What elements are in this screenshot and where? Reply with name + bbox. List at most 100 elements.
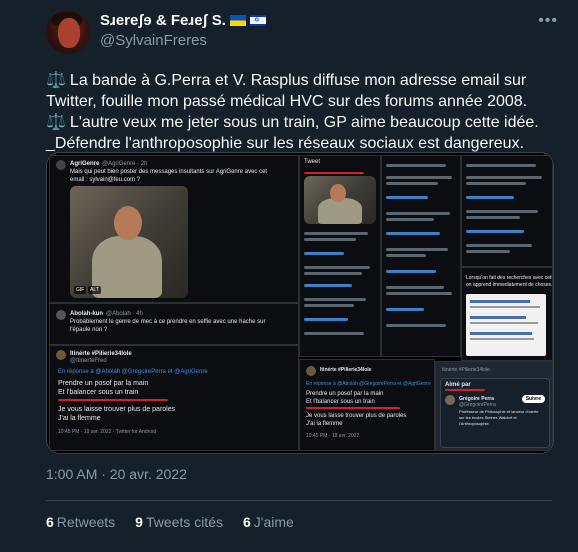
tweet-stats: 6 Retweets 9 Tweets cités 6 J'aime [46, 514, 294, 530]
result-line [470, 300, 530, 303]
liked-by-title: Aimé par [445, 382, 471, 388]
thread-line [386, 292, 452, 295]
thread-line [304, 266, 370, 269]
thread-line [386, 164, 446, 167]
thread-header: Tweet [304, 159, 321, 165]
itinerte2-line-1: Prendre un posof par la main [306, 391, 384, 397]
itinerte2-avatar [306, 366, 316, 376]
thread-line [304, 298, 366, 301]
red-underline-3 [445, 389, 485, 391]
gif-badge: GIF [74, 286, 87, 294]
itinerte-meta: 10:45 PM · 19 avr. 2022 · Twitter for An… [58, 429, 157, 435]
thread-line [386, 212, 450, 215]
thread-link [386, 196, 428, 199]
quote-tweets-stat[interactable]: 9 Tweets cités [135, 514, 223, 530]
thread-line [386, 286, 444, 289]
screenshot-itinerte-2: Itinérte #Pilierie34lole En réponse à @A… [299, 359, 435, 451]
itinerte2-line-2: Et l'balancer sous un train [306, 399, 375, 405]
thread-line [386, 254, 426, 257]
tweet-timestamp[interactable]: 1:00 AM · 20 avr. 2022 [46, 466, 187, 482]
scales-icon: ⚖️ [46, 72, 66, 89]
liked-context: Itinérte #Pilierie34lole [442, 367, 490, 373]
thread-link [386, 270, 436, 273]
abolah-text-2: l'épaule non ? [70, 327, 108, 333]
agrigenre-text-2: email : sylvain@feu.com ? [70, 177, 141, 183]
thread-line [466, 250, 510, 253]
thread-photo-head [330, 184, 346, 202]
agrigenre-name: AgriGenre [70, 161, 100, 167]
result-line [470, 322, 538, 324]
screenshot-agrigenre: AgriGenre @AgriGenre · 2h Mais qui peut … [49, 155, 299, 303]
gif-photo: GIF ALT [70, 186, 188, 298]
thread-photo-coat [318, 198, 362, 224]
author-name-row[interactable]: Sɹereʃɘ & Feɹeʃ S. ✡ [100, 12, 266, 29]
perra-bio: Professeur de Philosophie et lanceur d'a… [459, 409, 539, 426]
screenshot-itinerte: Itinérte #Pilierie34lole @ItinerteFred E… [49, 345, 299, 451]
media-collage[interactable]: AgriGenre @AgriGenre · 2h Mais qui peut … [46, 152, 554, 454]
screenshot-thread-2 [381, 155, 461, 357]
thread-line [466, 182, 526, 185]
itinerte-line-2: Et l'balancer sous un train [58, 389, 139, 396]
thread-photo [304, 176, 376, 224]
result-line [470, 332, 532, 335]
thread-line [386, 248, 448, 251]
screenshot-abolah: Abolah-kun @Abolah · 4h Probablement le … [49, 303, 299, 345]
thread-line [466, 164, 536, 167]
screenshot-liked-by: Itinérte #Pilierie34lole Aimé par Grégoi… [435, 361, 553, 451]
tweet-line-3: _Défendre l'anthroposophie sur les résea… [46, 135, 525, 152]
agrigenre-handle: @AgriGenre · 2h [102, 161, 148, 167]
photo-head [114, 206, 142, 240]
avatar[interactable] [46, 10, 90, 54]
alt-badge: ALT [88, 286, 101, 294]
thread-link [304, 284, 352, 287]
tweet-line-2: ⚖️ L'autre veux me jeter sous un train, G… [46, 114, 539, 131]
abolah-text-1: Probablement le genre de mec à ce prendr… [70, 319, 266, 325]
search-results [466, 294, 546, 356]
avatar-face [58, 18, 80, 48]
agrigenre-text-1: Mais qui peut bien poster des messages i… [70, 169, 268, 175]
author-display-name[interactable]: Sɹereʃɘ & Feɹeʃ S. [100, 12, 226, 29]
itinerte2-name: Itinérte #Pilierie34lole [320, 367, 372, 373]
more-options-icon[interactable]: ••• [538, 12, 558, 30]
red-underline-thread [304, 172, 364, 174]
thread-line [304, 232, 368, 235]
liked-by-modal: Aimé par Grégoire Perra @GregoirePerra S… [440, 378, 550, 448]
red-underline-2 [306, 407, 400, 409]
result-line [470, 338, 534, 340]
abolah-handle: @Abolah · 4h [106, 311, 143, 317]
thread-link [304, 252, 344, 255]
likes-stat[interactable]: 6 J'aime [243, 514, 294, 530]
thread-line [466, 176, 542, 179]
tweet: Sɹereʃɘ & Feɹeʃ S. ✡ @SylvainFreres ••• … [0, 0, 578, 552]
thread-line [304, 238, 356, 241]
follow-button: Suivre [521, 395, 545, 403]
screenshot-search: Lorsqu'on fait des recherches avec cette… [461, 267, 553, 361]
thread-line [466, 244, 532, 247]
thread-link [386, 232, 440, 235]
ukraine-flag-icon [229, 15, 246, 26]
retweets-stat[interactable]: 6 Retweets [46, 514, 115, 530]
itinerte2-meta: 10:45 PM · 19 avr. 2022 [306, 433, 360, 439]
tweet-text: ⚖️ La bande à G.Perra et V. Rasplus diffu… [46, 70, 566, 154]
abolah-name: Abolah-kun [70, 311, 103, 317]
thread-link [466, 230, 524, 233]
thread-link [304, 318, 348, 321]
israel-flag-icon: ✡ [249, 15, 266, 26]
result-line [470, 306, 540, 308]
screenshot-thread-3 [461, 155, 553, 267]
thread-line [386, 176, 452, 179]
author-handle[interactable]: @SylvainFreres [100, 32, 207, 49]
itinerte2-line-3: Je vous laisse trouver plus de paroles [306, 413, 407, 419]
itinerte-avatar [56, 350, 66, 360]
perra-handle: @GregoirePerra [459, 402, 496, 408]
itinerte-line-1: Prendre un posof par la main [58, 380, 149, 387]
abolah-avatar [56, 310, 66, 320]
thread-line [304, 304, 354, 307]
thread-link [386, 308, 424, 311]
perra-avatar [445, 395, 455, 405]
star-of-david-icon: ✡ [253, 17, 260, 24]
scales-icon: ⚖️ [46, 114, 66, 131]
itinerte-line-4: J'ai la flemme [58, 415, 101, 422]
tweet-line-1: ⚖️ La bande à G.Perra et V. Rasplus diffu… [46, 72, 528, 110]
red-underline [58, 399, 168, 401]
